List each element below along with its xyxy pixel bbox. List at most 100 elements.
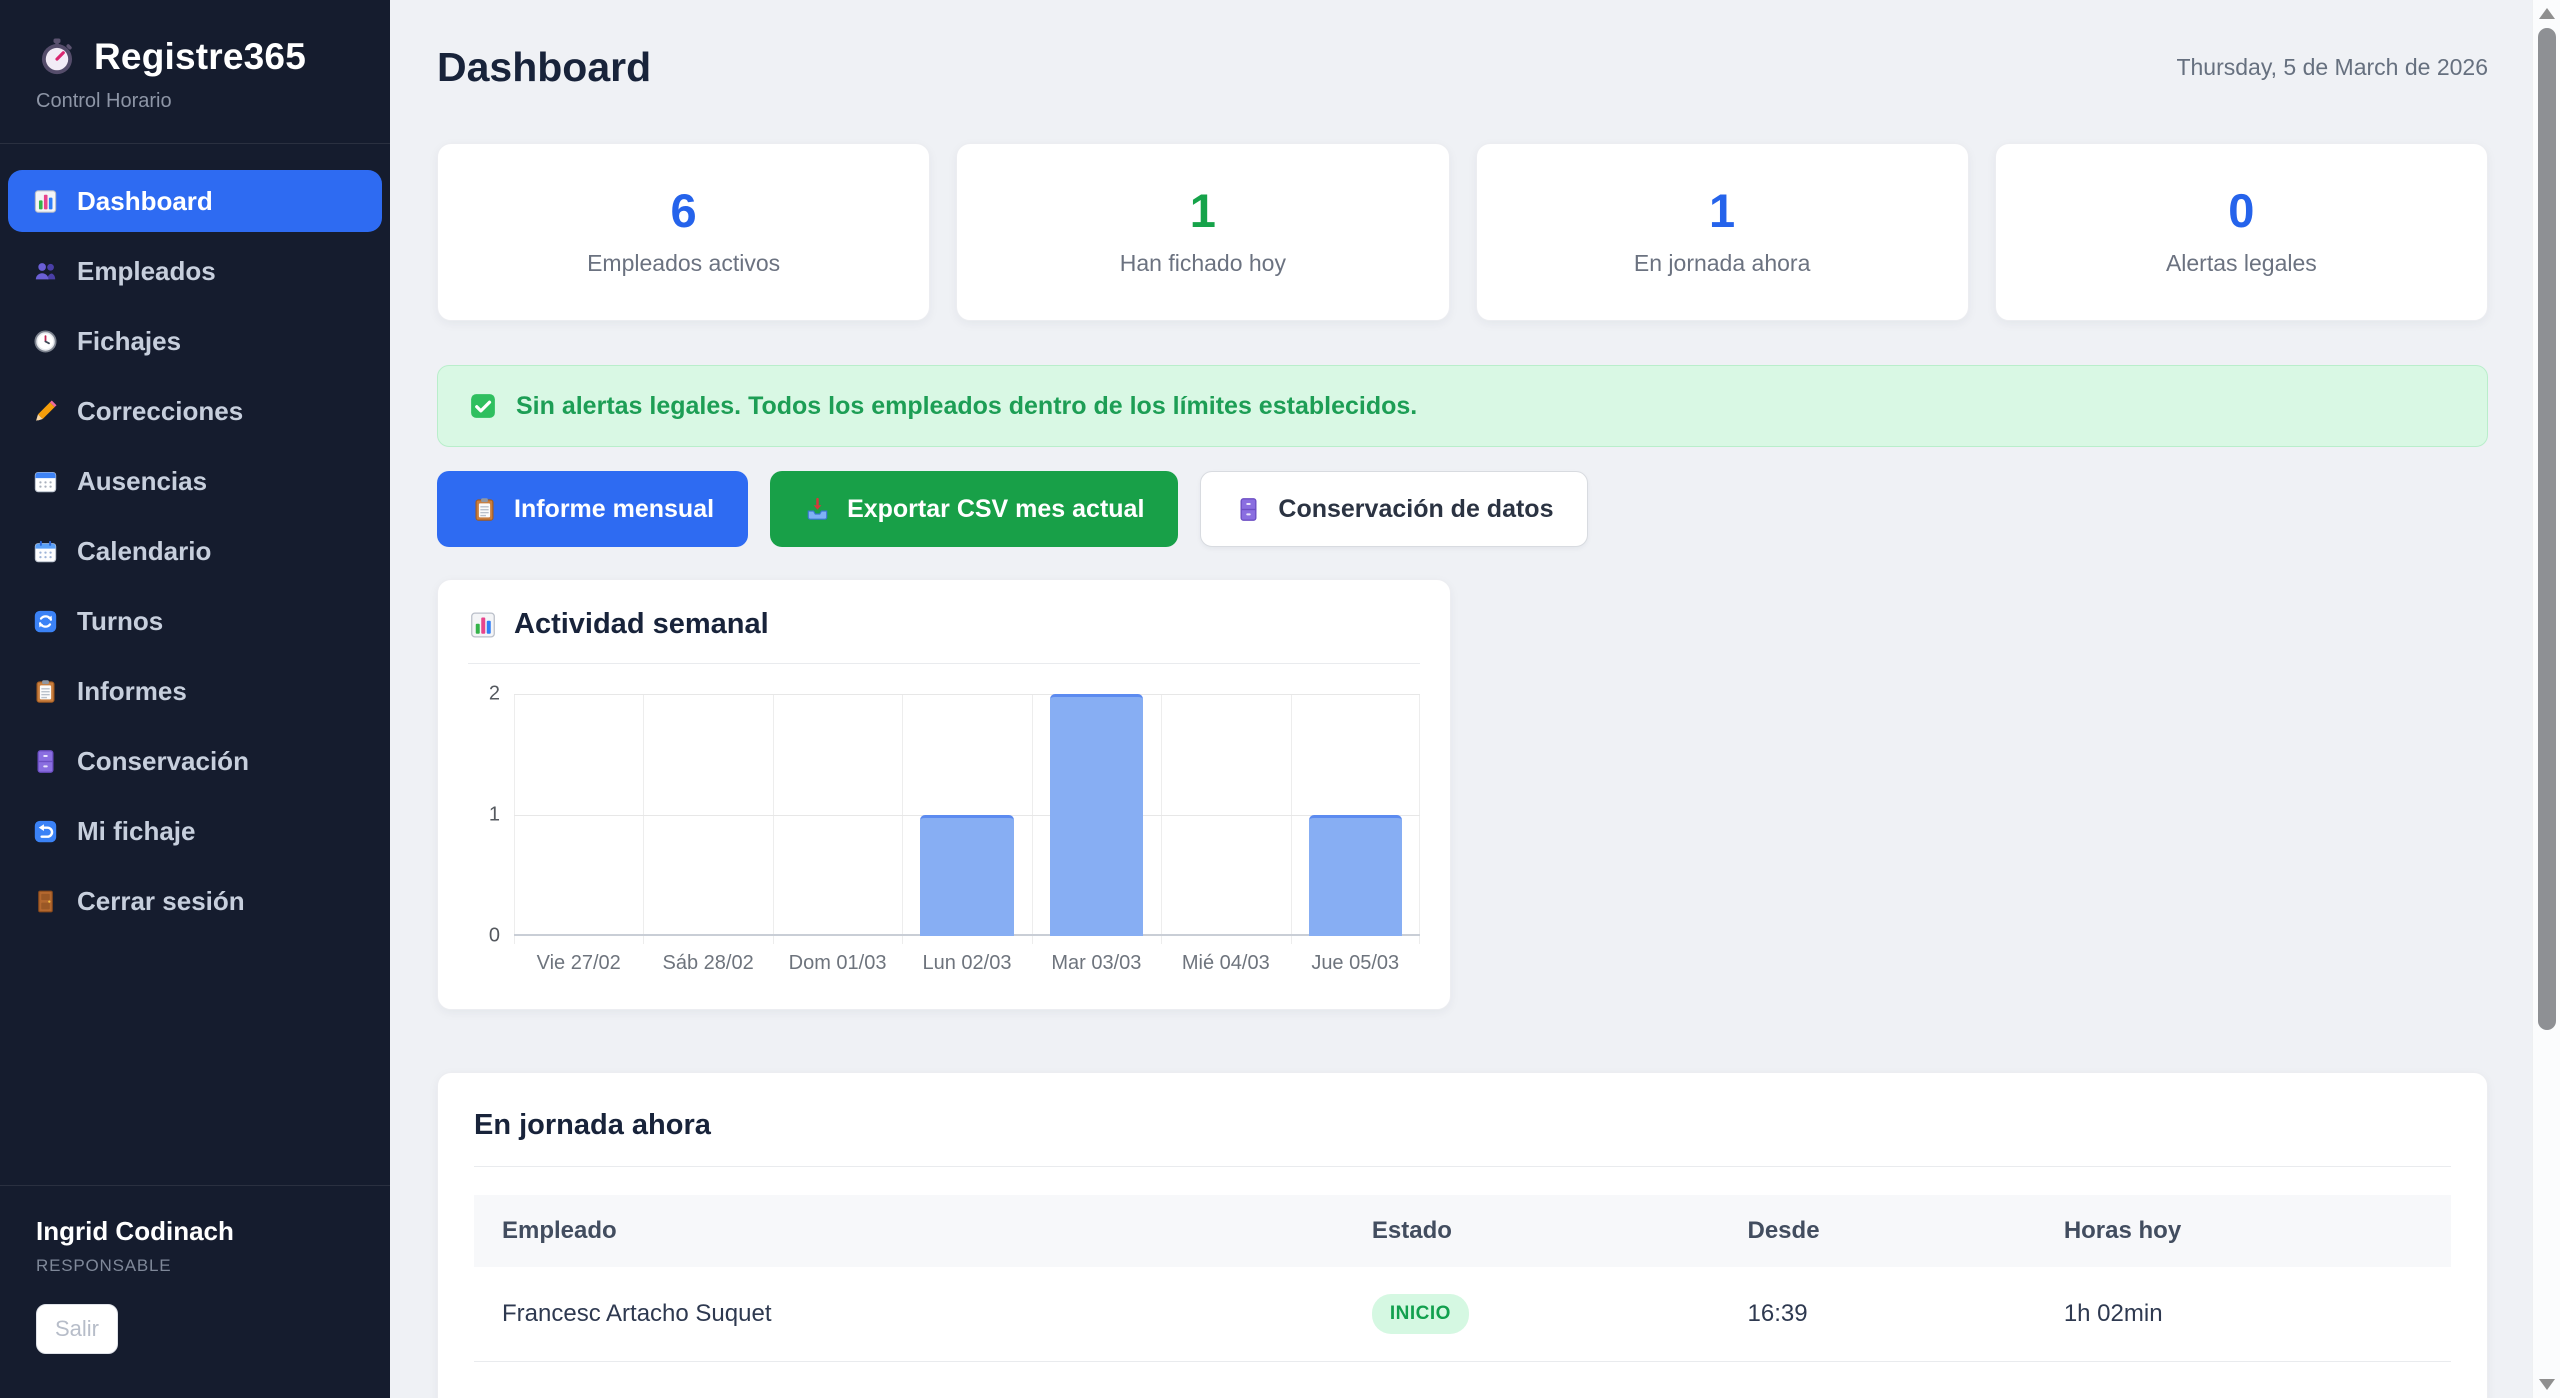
scroll-down-arrow-icon[interactable] (2539, 1379, 2555, 1390)
monthly-report-button[interactable]: Informe mensual (437, 471, 748, 547)
chart-title: Actividad semanal (514, 608, 769, 641)
gridline (643, 694, 644, 944)
cabinet-icon (1235, 496, 1262, 523)
user-name: Ingrid Codinach (36, 1216, 354, 1247)
table-header-row: Empleado Estado Desde Horas hoy (474, 1195, 2451, 1267)
cabinet-icon (32, 748, 59, 775)
calendar-spiral-icon (32, 538, 59, 565)
x-tick: Mié 04/03 (1161, 952, 1290, 975)
return-arrow-icon (32, 818, 59, 845)
stat-card-en-jornada-ahora: 1 En jornada ahora (1476, 143, 1969, 321)
sidebar-item-label: Conservación (77, 746, 249, 777)
vertical-scrollbar[interactable] (2532, 0, 2560, 1398)
logout-button[interactable]: Salir (36, 1304, 118, 1354)
stat-value: 1 (1190, 187, 1216, 234)
stat-label: Empleados activos (587, 250, 780, 277)
cell-desde: 16:39 (1720, 1267, 2036, 1362)
stat-value: 1 (1709, 187, 1735, 234)
sidebar-item-cerrar-sesion[interactable]: Cerrar sesión (8, 870, 382, 932)
column-header-horas-hoy: Horas hoy (2036, 1195, 2451, 1267)
app-title: Registre365 (94, 36, 306, 78)
sidebar-item-label: Empleados (77, 256, 216, 287)
chart-bar (1050, 694, 1143, 936)
x-tick: Sáb 28/02 (643, 952, 772, 975)
sidebar-nav: Dashboard Empleados Fichajes Correccione… (0, 144, 390, 1185)
sidebar-item-label: Turnos (77, 606, 163, 637)
sidebar-item-dashboard[interactable]: Dashboard (8, 170, 382, 232)
gridline (1032, 694, 1033, 944)
in-shift-table: Empleado Estado Desde Horas hoy Francesc… (474, 1195, 2451, 1362)
gridline (1291, 694, 1292, 944)
sidebar-item-informes[interactable]: Informes (8, 660, 382, 722)
door-icon (32, 888, 59, 915)
stopwatch-icon (36, 36, 78, 78)
sidebar-header: Registre365 Control Horario (0, 0, 390, 144)
chart-x-axis: Vie 27/02 Sáb 28/02 Dom 01/03 Lun 02/03 … (514, 952, 1420, 975)
gridline (514, 694, 1420, 695)
check-icon (468, 391, 498, 421)
bar-chart: 2 1 0 (468, 694, 1420, 936)
table-row: Francesc Artacho Suquet INICIO 16:39 1h … (474, 1267, 2451, 1362)
chart-bar (920, 815, 1013, 936)
gridline (773, 694, 774, 944)
gridline (514, 694, 515, 944)
stat-label: En jornada ahora (1634, 250, 1810, 277)
sidebar-item-label: Fichajes (77, 326, 181, 357)
chart-bar (1309, 815, 1402, 936)
scroll-up-arrow-icon[interactable] (2539, 8, 2555, 19)
download-tray-icon (804, 496, 831, 523)
sidebar-item-conservacion[interactable]: Conservación (8, 730, 382, 792)
weekly-activity-card: Actividad semanal 2 1 0 (437, 579, 1451, 1010)
y-tick: 2 (489, 683, 500, 706)
calendar-icon (32, 468, 59, 495)
stat-card-empleados-activos: 6 Empleados activos (437, 143, 930, 321)
column-header-empleado: Empleado (474, 1195, 1344, 1267)
gridline (1419, 694, 1420, 944)
sidebar-item-label: Cerrar sesión (77, 886, 245, 917)
sidebar-item-label: Mi fichaje (77, 816, 195, 847)
clipboard-icon (471, 496, 498, 523)
stat-cards-row: 6 Empleados activos 1 Han fichado hoy 1 … (437, 143, 2488, 321)
stat-label: Alertas legales (2166, 250, 2317, 277)
bar-chart-icon (32, 188, 59, 215)
in-shift-card: En jornada ahora Empleado Estado Desde H… (437, 1072, 2488, 1398)
sidebar-item-turnos[interactable]: Turnos (8, 590, 382, 652)
sidebar-item-empleados[interactable]: Empleados (8, 240, 382, 302)
action-buttons-row: Informe mensual Exportar CSV mes actual … (437, 471, 2488, 547)
people-icon (32, 258, 59, 285)
stat-card-han-fichado-hoy: 1 Han fichado hoy (956, 143, 1449, 321)
button-label: Informe mensual (514, 495, 714, 524)
refresh-icon (32, 608, 59, 635)
x-tick: Mar 03/03 (1032, 952, 1161, 975)
cell-empleado: Francesc Artacho Suquet (474, 1267, 1344, 1362)
column-header-desde: Desde (1720, 1195, 2036, 1267)
scrollbar-thumb[interactable] (2538, 28, 2556, 1030)
cell-horas: 1h 02min (2036, 1267, 2451, 1362)
stat-card-alertas-legales: 0 Alertas legales (1995, 143, 2488, 321)
button-label: Exportar CSV mes actual (847, 495, 1144, 524)
sidebar-user-panel: Ingrid Codinach RESPONSABLE Salir (0, 1185, 390, 1398)
gridline (902, 694, 903, 944)
export-csv-button[interactable]: Exportar CSV mes actual (770, 471, 1178, 547)
y-tick: 0 (489, 925, 500, 948)
success-alert-banner: Sin alertas legales. Todos los empleados… (437, 365, 2488, 447)
cell-estado: INICIO (1344, 1267, 1720, 1362)
stat-value: 0 (2228, 187, 2254, 234)
sidebar-item-ausencias[interactable]: Ausencias (8, 450, 382, 512)
sidebar-item-mi-fichaje[interactable]: Mi fichaje (8, 800, 382, 862)
stat-value: 6 (671, 187, 697, 234)
x-tick: Vie 27/02 (514, 952, 643, 975)
x-tick: Jue 05/03 (1291, 952, 1420, 975)
sidebar-item-fichajes[interactable]: Fichajes (8, 310, 382, 372)
main-header: Dashboard Thursday, 5 de March de 2026 (437, 44, 2488, 91)
app-subtitle: Control Horario (36, 90, 354, 113)
sidebar-item-calendario[interactable]: Calendario (8, 520, 382, 582)
main-content: Dashboard Thursday, 5 de March de 2026 6… (390, 0, 2560, 1398)
data-retention-button[interactable]: Conservación de datos (1200, 471, 1588, 547)
stat-label: Han fichado hoy (1120, 250, 1286, 277)
sidebar-item-correcciones[interactable]: Correcciones (8, 380, 382, 442)
sidebar-item-label: Calendario (77, 536, 211, 567)
y-tick: 1 (489, 804, 500, 827)
page-date: Thursday, 5 de March de 2026 (2176, 54, 2488, 81)
chart-header: Actividad semanal (468, 608, 1420, 664)
